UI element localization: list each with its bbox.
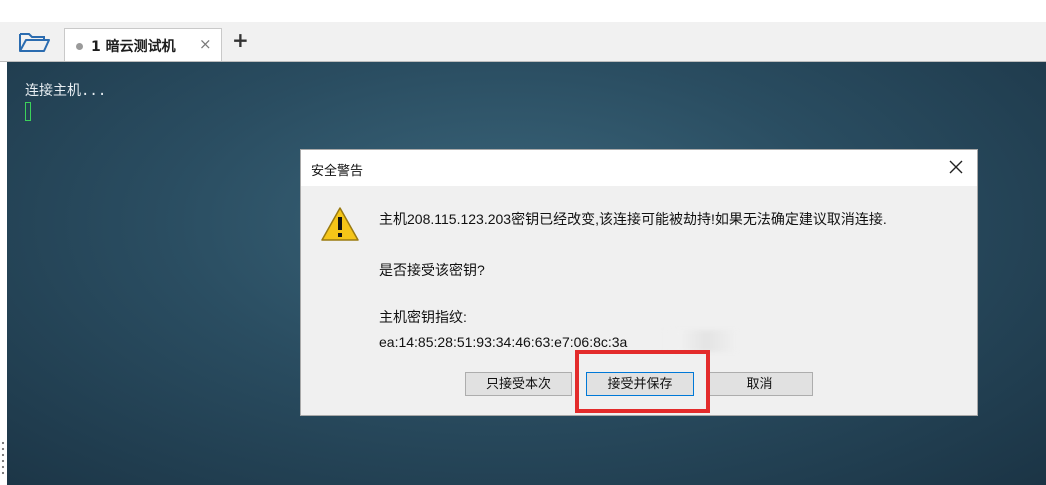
close-icon[interactable] [947,158,965,176]
ssh-client-window: 1 暗云测试机 × + 连接主机... 安全警告 主机208.115.123.2… [0,0,1046,485]
redaction-blur [661,330,737,352]
fingerprint-label: 主机密钥指纹: [379,309,467,325]
warning-icon [321,207,359,241]
add-tab-button[interactable]: + [232,28,249,52]
fingerprint-value: ea:14:85:28:51:93:34:46:63:e7:06:8c:3a [379,334,628,350]
dialog-title: 安全警告 [311,164,364,179]
tab-label: 1 暗云测试机 [91,39,176,55]
tab-bar: 1 暗云测试机 × + [0,22,1046,62]
tab-session[interactable]: 1 暗云测试机 × [64,28,222,61]
accept-once-button[interactable]: 只接受本次 [465,372,572,396]
dialog-titlebar: 安全警告 [301,150,977,186]
terminal-output: 连接主机... [25,83,107,99]
accept-and-save-button[interactable]: 接受并保存 [586,372,694,396]
dot-icon [76,43,83,50]
folder-open-icon[interactable] [18,31,50,53]
accept-question: 是否接受该密钥? [379,262,485,278]
tab-close-icon[interactable]: × [199,35,212,53]
cancel-button[interactable]: 取消 [706,372,813,396]
warning-message: 主机208.115.123.203密钥已经改变,该连接可能被劫持!如果无法确定建… [379,211,887,227]
resize-grip[interactable] [1,440,5,476]
security-warning-dialog: 安全警告 主机208.115.123.203密钥已经改变,该连接可能被劫持!如果… [300,149,978,416]
terminal-cursor [25,102,31,121]
